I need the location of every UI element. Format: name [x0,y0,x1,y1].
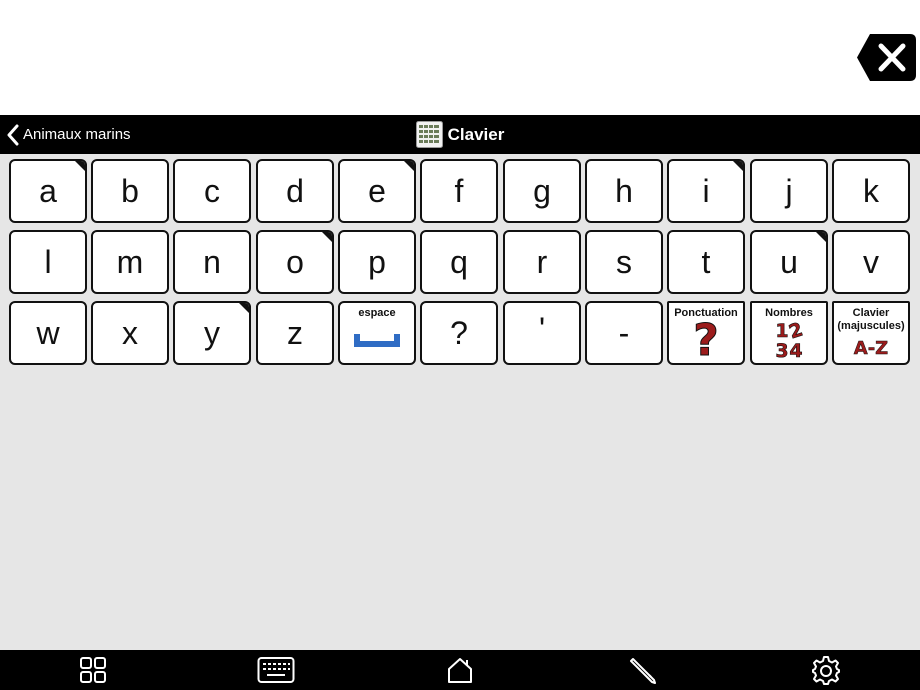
key-w[interactable]: w [9,301,87,365]
key-label: ' [538,311,546,347]
key-o[interactable]: o [256,230,334,294]
folder-corner [238,303,249,314]
folder-corner [815,232,826,243]
home-button[interactable] [430,650,490,690]
page-title: Clavier [0,115,920,154]
page-title-text: Clavier [447,124,505,144]
key-label: c [204,172,220,209]
pencil-icon [630,658,656,684]
key-y[interactable]: y [173,301,251,365]
key-a[interactable]: a [9,159,87,223]
key-i[interactable]: i [667,159,745,223]
key-c[interactable]: c [173,159,251,223]
key-g[interactable]: g [503,159,581,223]
key-e[interactable]: e [338,159,416,223]
key-q[interactable]: q [420,230,498,294]
uppercase-keyboard-folder-button[interactable]: Clavier (majuscules) A-Z [832,301,910,365]
numbers-label: Nombres [765,307,813,319]
message-area[interactable] [0,0,920,115]
key-label: v [863,243,879,280]
numbers-icon: 1 2 3 4 [752,318,826,362]
folder-corner [403,161,414,172]
key-label: - [618,314,630,351]
key-r[interactable]: r [503,230,581,294]
folder-corner [732,161,743,172]
key-label: w [36,314,60,351]
clear-message-button[interactable] [856,32,918,83]
key-h[interactable]: h [585,159,663,223]
numbers-folder-button[interactable]: Nombres 1 2 3 4 [750,301,828,365]
key-k[interactable]: k [832,159,910,223]
key-v[interactable]: v [832,230,910,294]
number-digit: 3 [775,340,789,362]
folder-corner [321,232,332,243]
a-z-icon: A-Z [853,338,889,360]
key-apostrophe[interactable]: ' [503,301,581,365]
key-n[interactable]: n [173,230,251,294]
home-icon [448,658,472,683]
key-label: j [785,172,793,209]
key-label: f [454,172,464,209]
app-window: Animaux marins Clavier a b c d e f g h i… [0,0,920,690]
key-m[interactable]: m [91,230,169,294]
key-label: s [616,243,632,280]
folder-corner [74,161,85,172]
key-u[interactable]: u [750,230,828,294]
number-digit: 4 [789,340,803,362]
key-question-mark[interactable]: ? [420,301,498,365]
key-label: n [203,243,221,280]
keyboard-button[interactable] [246,650,306,690]
key-x[interactable]: x [91,301,169,365]
backspace-x-icon [857,34,916,81]
key-space-label: espace [358,307,396,319]
keyboard-grid-icon [415,121,443,148]
key-d[interactable]: d [256,159,334,223]
key-label: r [536,243,548,280]
key-t[interactable]: t [667,230,745,294]
key-f[interactable]: f [420,159,498,223]
question-mark-icon: ? [693,315,720,365]
navigation-bar: Animaux marins Clavier [0,115,920,154]
grid-icon [80,657,106,683]
key-space[interactable]: espace [338,301,416,365]
key-label: t [701,243,711,280]
key-z[interactable]: z [256,301,334,365]
key-label: k [863,172,879,209]
punctuation-folder-button[interactable]: Ponctuation ? [667,301,745,365]
key-label: g [533,172,551,209]
key-label: q [450,243,468,280]
keyboard-icon [257,657,295,683]
key-hyphen[interactable]: - [585,301,663,365]
space-bar-icon [354,334,400,347]
key-label: x [122,314,138,351]
key-p[interactable]: p [338,230,416,294]
key-label: z [287,314,303,351]
key-label: m [116,243,144,280]
key-b[interactable]: b [91,159,169,223]
key-label: b [121,172,139,209]
gear-icon [812,656,840,685]
grid-view-button[interactable] [63,650,123,690]
key-s[interactable]: s [585,230,663,294]
key-label: l [44,243,52,280]
uppercase-keyboard-label: Clavier (majuscules) [837,307,905,332]
key-l[interactable]: l [9,230,87,294]
settings-button[interactable] [796,650,856,690]
edit-button[interactable] [613,650,673,690]
key-label: h [615,172,633,209]
key-label: p [368,243,386,280]
key-label: d [286,172,304,209]
key-label: ? [450,314,468,351]
bottom-toolbar [0,650,920,690]
key-j[interactable]: j [750,159,828,223]
